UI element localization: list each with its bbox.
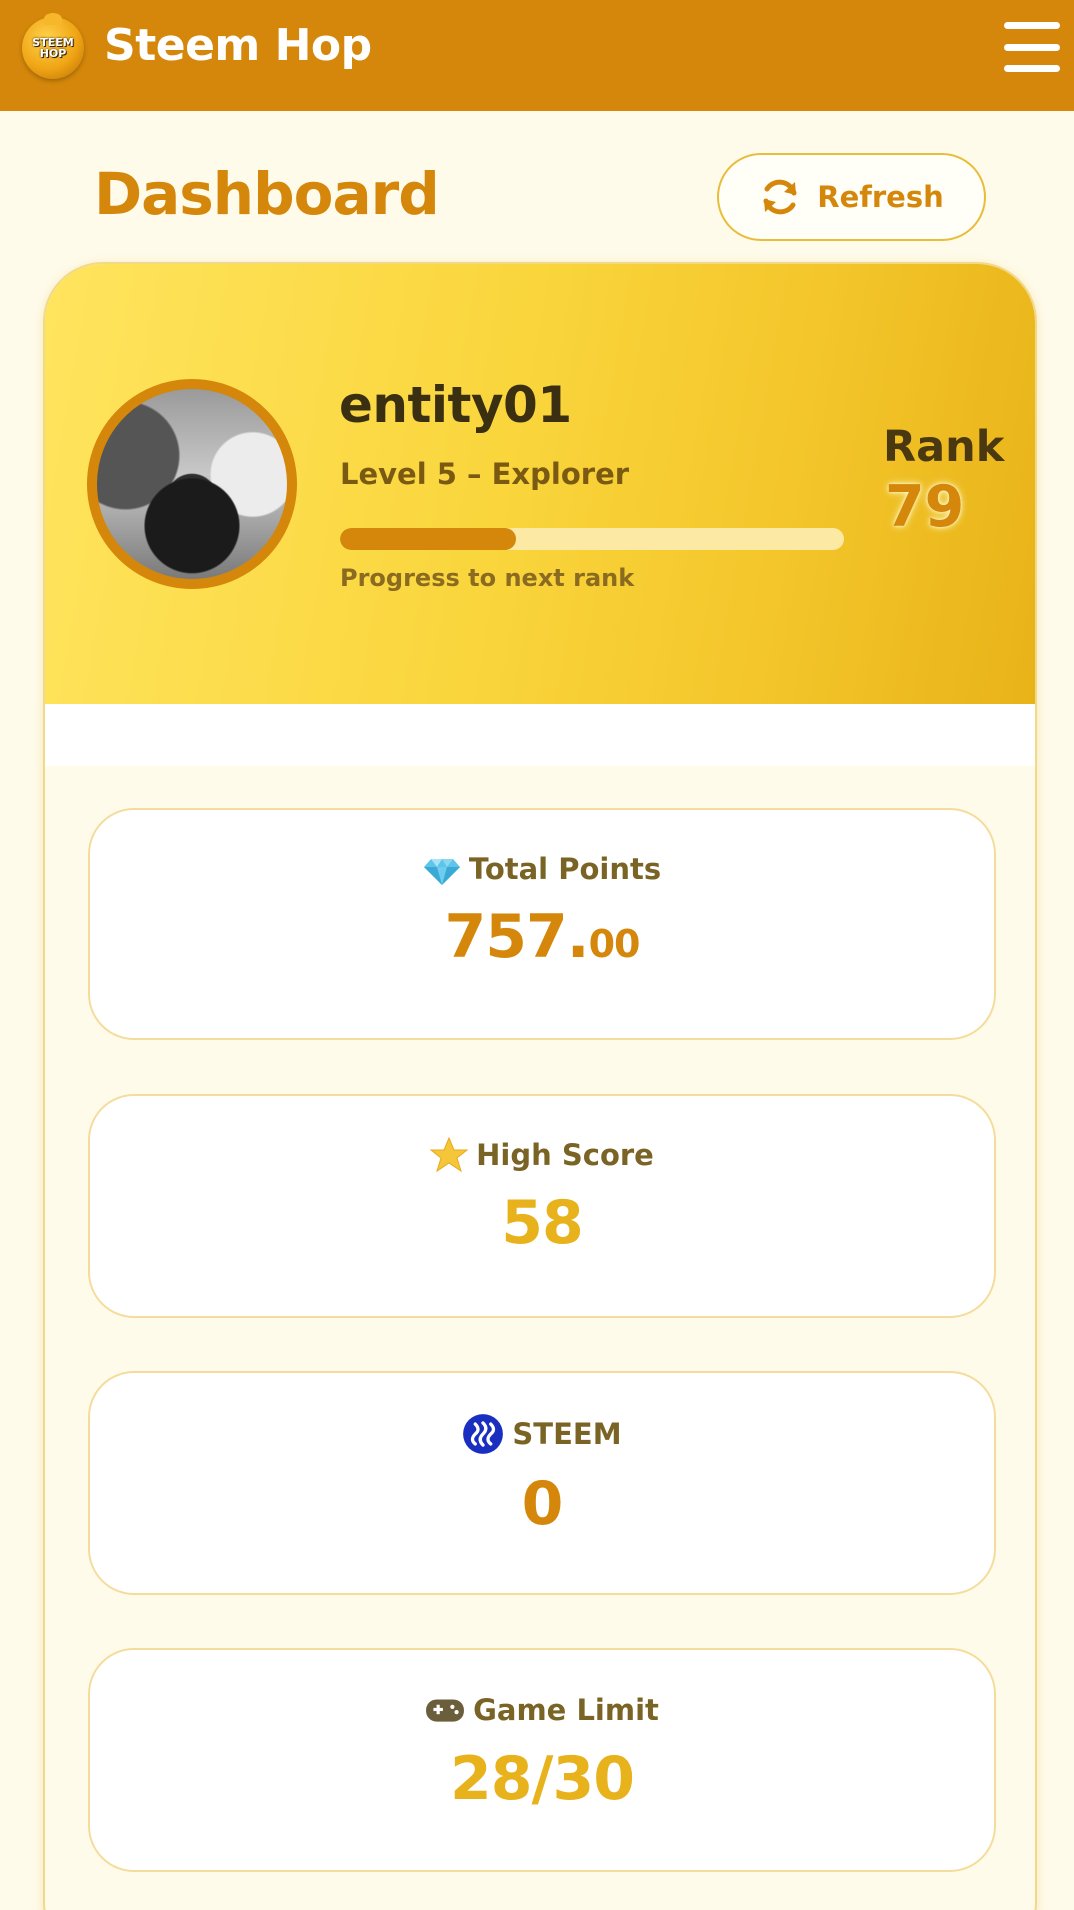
gem-icon — [423, 859, 460, 885]
stat-value-decimal: 00 — [588, 922, 641, 966]
stat-label: Game Limit — [473, 1693, 659, 1727]
stat-card-total-points: Total Points 757.00 — [88, 808, 996, 1040]
sync-arrows-icon — [763, 179, 797, 215]
logo-text-line2: HOP — [39, 47, 67, 60]
logo-ears-decoration — [44, 13, 62, 25]
rank-label: Rank — [883, 422, 1005, 472]
stat-value: 0 — [521, 1469, 564, 1539]
stat-value: 28/30 — [450, 1744, 635, 1814]
steem-hop-logo[interactable]: STEEM HOP — [22, 13, 84, 79]
stat-header: Total Points — [423, 850, 661, 888]
stat-value: 58 — [501, 1188, 583, 1258]
stat-value-integer: 757. — [444, 902, 590, 972]
level-text: Level 5 – Explorer — [340, 457, 630, 491]
avatar[interactable] — [87, 379, 297, 589]
stat-label: STEEM — [512, 1417, 622, 1451]
hamburger-menu-icon[interactable] — [1004, 22, 1060, 72]
stat-card-steem: STEEM 0 — [88, 1371, 996, 1595]
dashboard-card: entity01 Level 5 – Explorer Progress to … — [43, 262, 1037, 1910]
rank-value: 79 — [885, 474, 965, 540]
username: entity01 — [339, 376, 572, 434]
stat-header: Game Limit — [425, 1690, 659, 1730]
menu-bar-middle — [1004, 43, 1060, 51]
steem-logo-icon — [463, 1414, 504, 1454]
page-title: Dashboard — [94, 160, 440, 228]
menu-bar-top — [1004, 22, 1060, 29]
rank-progress-fill — [340, 528, 517, 550]
top-app-bar: STEEM HOP Steem Hop — [0, 0, 1074, 111]
menu-bar-bottom — [1004, 65, 1060, 72]
refresh-button[interactable]: Refresh — [717, 153, 986, 241]
stat-header: High Score — [430, 1136, 654, 1174]
stat-label: High Score — [476, 1138, 654, 1172]
stat-card-high-score: High Score 58 — [88, 1094, 996, 1318]
refresh-button-label: Refresh — [817, 180, 944, 214]
stat-value: 757.00 — [444, 902, 641, 972]
progress-label: Progress to next rank — [340, 564, 635, 592]
rank-progress-bar — [340, 528, 844, 550]
stat-header: STEEM — [462, 1413, 622, 1455]
stat-label: Total Points — [468, 852, 662, 886]
app-title[interactable]: Steem Hop — [104, 20, 372, 71]
banner-divider — [45, 704, 1035, 766]
stat-card-game-limit: Game Limit 28/30 — [88, 1648, 996, 1872]
gamepad-icon — [426, 1699, 465, 1722]
star-icon — [430, 1136, 469, 1173]
